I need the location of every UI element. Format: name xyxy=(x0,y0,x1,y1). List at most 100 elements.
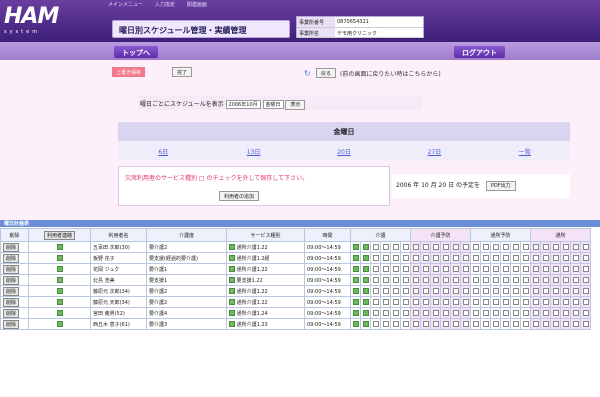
contact-checkbox[interactable] xyxy=(56,254,63,261)
option-checkbox[interactable] xyxy=(572,287,579,294)
month-select[interactable]: 2006年10月 xyxy=(225,100,261,109)
option-checkbox[interactable] xyxy=(362,243,369,250)
option-checkbox[interactable] xyxy=(452,276,459,283)
option-checkbox[interactable] xyxy=(372,298,379,305)
option-checkbox[interactable] xyxy=(472,265,479,272)
contact-checkbox[interactable] xyxy=(56,320,63,327)
option-checkbox[interactable] xyxy=(522,298,529,305)
option-checkbox[interactable] xyxy=(482,276,489,283)
option-checkbox[interactable] xyxy=(502,320,509,327)
option-checkbox[interactable] xyxy=(572,320,579,327)
option-checkbox[interactable] xyxy=(362,287,369,294)
option-checkbox[interactable] xyxy=(352,298,359,305)
option-checkbox[interactable] xyxy=(502,254,509,261)
option-checkbox[interactable] xyxy=(582,298,589,305)
option-checkbox[interactable] xyxy=(502,309,509,316)
option-checkbox[interactable] xyxy=(432,287,439,294)
option-checkbox[interactable] xyxy=(532,309,539,316)
option-checkbox[interactable] xyxy=(432,243,439,250)
done-button[interactable]: 完了 xyxy=(172,67,193,77)
option-checkbox[interactable] xyxy=(512,309,519,316)
option-checkbox[interactable] xyxy=(392,276,399,283)
option-checkbox[interactable] xyxy=(402,276,409,283)
option-checkbox[interactable] xyxy=(412,276,419,283)
option-checkbox[interactable] xyxy=(382,243,389,250)
option-checkbox[interactable] xyxy=(562,309,569,316)
option-checkbox[interactable] xyxy=(542,276,549,283)
service-checkbox[interactable] xyxy=(229,321,235,327)
option-checkbox[interactable] xyxy=(432,320,439,327)
option-checkbox[interactable] xyxy=(582,309,589,316)
option-checkbox[interactable] xyxy=(462,243,469,250)
option-checkbox[interactable] xyxy=(442,243,449,250)
option-checkbox[interactable] xyxy=(432,265,439,272)
option-checkbox[interactable] xyxy=(372,243,379,250)
option-checkbox[interactable] xyxy=(522,287,529,294)
option-checkbox[interactable] xyxy=(512,276,519,283)
option-checkbox[interactable] xyxy=(362,320,369,327)
option-checkbox[interactable] xyxy=(582,287,589,294)
option-checkbox[interactable] xyxy=(572,243,579,250)
option-checkbox[interactable] xyxy=(352,265,359,272)
option-checkbox[interactable] xyxy=(402,243,409,250)
option-checkbox[interactable] xyxy=(582,254,589,261)
option-checkbox[interactable] xyxy=(552,320,559,327)
option-checkbox[interactable] xyxy=(412,298,419,305)
option-checkbox[interactable] xyxy=(462,309,469,316)
option-checkbox[interactable] xyxy=(582,320,589,327)
option-checkbox[interactable] xyxy=(532,320,539,327)
service-checkbox[interactable] xyxy=(229,277,235,283)
option-checkbox[interactable] xyxy=(472,243,479,250)
option-checkbox[interactable] xyxy=(512,287,519,294)
date-link[interactable]: 6日 xyxy=(118,142,208,160)
option-checkbox[interactable] xyxy=(492,265,499,272)
option-checkbox[interactable] xyxy=(492,254,499,261)
option-checkbox[interactable] xyxy=(402,309,409,316)
option-checkbox[interactable] xyxy=(352,276,359,283)
option-checkbox[interactable] xyxy=(422,287,429,294)
option-checkbox[interactable] xyxy=(452,309,459,316)
option-checkbox[interactable] xyxy=(472,309,479,316)
option-checkbox[interactable] xyxy=(552,298,559,305)
option-checkbox[interactable] xyxy=(372,309,379,316)
back-button[interactable]: 戻る xyxy=(316,68,337,78)
option-checkbox[interactable] xyxy=(462,265,469,272)
option-checkbox[interactable] xyxy=(492,298,499,305)
date-link[interactable]: 一覧 xyxy=(480,142,570,160)
option-checkbox[interactable] xyxy=(572,276,579,283)
service-checkbox[interactable] xyxy=(229,310,235,316)
option-checkbox[interactable] xyxy=(372,265,379,272)
save-button[interactable]: 上書き保存 xyxy=(112,67,146,77)
pdf-button[interactable]: PDF出力 xyxy=(485,181,516,191)
option-checkbox[interactable] xyxy=(362,254,369,261)
option-checkbox[interactable] xyxy=(352,320,359,327)
option-checkbox[interactable] xyxy=(422,265,429,272)
option-checkbox[interactable] xyxy=(452,287,459,294)
option-checkbox[interactable] xyxy=(562,243,569,250)
delete-button[interactable]: 削除 xyxy=(3,264,20,274)
option-checkbox[interactable] xyxy=(482,320,489,327)
option-checkbox[interactable] xyxy=(392,298,399,305)
option-checkbox[interactable] xyxy=(462,298,469,305)
option-checkbox[interactable] xyxy=(432,298,439,305)
option-checkbox[interactable] xyxy=(572,265,579,272)
option-checkbox[interactable] xyxy=(352,309,359,316)
delete-button[interactable]: 削除 xyxy=(3,319,20,329)
option-checkbox[interactable] xyxy=(462,254,469,261)
option-checkbox[interactable] xyxy=(522,265,529,272)
option-checkbox[interactable] xyxy=(582,276,589,283)
option-checkbox[interactable] xyxy=(532,243,539,250)
option-checkbox[interactable] xyxy=(492,287,499,294)
service-checkbox[interactable] xyxy=(229,288,235,294)
service-checkbox[interactable] xyxy=(229,255,235,261)
option-checkbox[interactable] xyxy=(572,254,579,261)
nav-input[interactable]: 入力指定 xyxy=(155,1,175,8)
date-link[interactable]: 27日 xyxy=(389,142,479,160)
option-checkbox[interactable] xyxy=(452,265,459,272)
option-checkbox[interactable] xyxy=(552,309,559,316)
day-select[interactable]: 金曜日 xyxy=(262,100,284,109)
option-checkbox[interactable] xyxy=(382,287,389,294)
option-checkbox[interactable] xyxy=(422,243,429,250)
option-checkbox[interactable] xyxy=(482,287,489,294)
option-checkbox[interactable] xyxy=(402,298,409,305)
